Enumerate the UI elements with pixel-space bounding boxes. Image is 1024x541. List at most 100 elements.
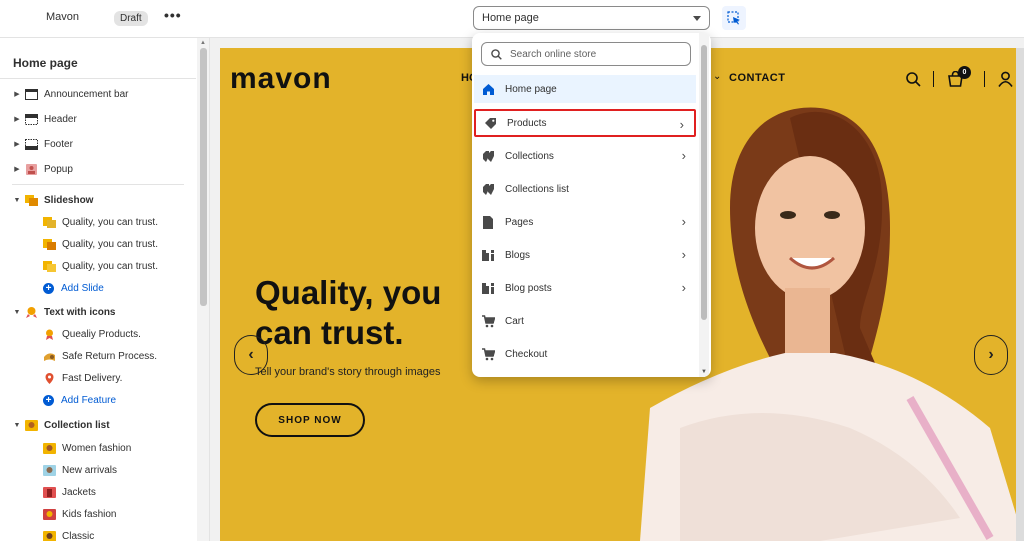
search-placeholder: Search online store — [510, 48, 597, 60]
menu-item-collections[interactable]: Collections › — [474, 142, 696, 170]
feature-item[interactable]: Fast Delivery. — [0, 367, 196, 389]
scroll-up-icon[interactable]: ▲ — [200, 40, 206, 46]
section-footer[interactable]: ▶ Footer — [0, 133, 196, 155]
section-label: Footer — [44, 138, 73, 150]
menu-item-products[interactable]: Products › — [474, 109, 696, 137]
shop-now-button[interactable]: SHOP NOW — [255, 403, 365, 437]
sidebar: Home page ▶ Announcement bar ▶ Header ▶ … — [0, 38, 210, 541]
slide-item[interactable]: Quality, you can trust. — [0, 233, 196, 255]
theme-name[interactable]: Mavon — [46, 11, 79, 23]
feature-item[interactable]: Safe Return Process. — [0, 345, 196, 367]
search-online-store-field[interactable]: Search online store — [481, 42, 691, 66]
section-slideshow[interactable]: ▼ Slideshow — [0, 189, 196, 211]
cursor-select-icon — [727, 11, 740, 25]
menu-item-label: Blog posts — [505, 282, 552, 294]
slide-icon — [43, 216, 56, 228]
announcement-bar-icon — [25, 88, 38, 100]
slide-item[interactable]: Quality, you can trust. — [0, 211, 196, 233]
more-actions-button[interactable]: ••• — [164, 7, 182, 23]
section-label: Collection list — [44, 419, 110, 431]
store-logo[interactable]: mavon — [230, 62, 332, 96]
cart-count-badge: 0 — [958, 66, 971, 79]
menu-item-cart[interactable]: Cart — [474, 307, 696, 335]
collection-item[interactable]: Women fashion — [0, 437, 196, 459]
collection-list-icon — [25, 419, 38, 431]
section-label: Slideshow — [44, 194, 94, 206]
blog-icon — [481, 282, 494, 294]
search-icon — [491, 48, 502, 60]
menu-item-blogs[interactable]: Blogs › — [474, 241, 696, 269]
slide-prev-button[interactable]: ‹ — [234, 335, 268, 375]
divider — [12, 184, 184, 185]
chevron-right-icon: › — [681, 214, 686, 229]
collection-item[interactable]: Jackets — [0, 481, 196, 503]
section-collection-list[interactable]: ▼ Collection list — [0, 414, 196, 436]
tag-icon — [484, 117, 496, 129]
slide-icon — [43, 238, 56, 250]
add-feature-label: Add Feature — [61, 394, 117, 406]
menu-item-label: Collections list — [505, 183, 569, 195]
page-icon — [483, 215, 493, 229]
section-header[interactable]: ▶ Header — [0, 108, 196, 130]
feature-item[interactable]: Quealiy Products. — [0, 323, 196, 345]
dropdown-scrollbar[interactable]: ▼ — [699, 33, 709, 377]
expand-arrow-icon[interactable]: ▶ — [12, 115, 22, 123]
page-selector-label: Home page — [482, 12, 539, 24]
collection-label: Kids fashion — [62, 508, 117, 520]
slide-item[interactable]: Quality, you can trust. — [0, 255, 196, 277]
collection-label: Women fashion — [62, 442, 132, 454]
add-slide-button[interactable]: + Add Slide — [0, 277, 196, 299]
expand-arrow-icon[interactable]: ▶ — [12, 165, 22, 173]
collection-thumb-icon — [43, 486, 56, 498]
menu-item-label: Cart — [505, 315, 524, 327]
collapse-arrow-icon[interactable]: ▼ — [12, 422, 22, 429]
scroll-down-icon[interactable]: ▼ — [701, 369, 707, 375]
chevron-left-icon: ‹ — [248, 346, 254, 363]
menu-item-home-page[interactable]: Home page — [474, 75, 696, 103]
preview-scrollbar[interactable] — [1016, 48, 1024, 541]
collection-item[interactable]: Kids fashion — [0, 503, 196, 525]
collection-item[interactable]: New arrivals — [0, 459, 196, 481]
sidebar-scrollbar[interactable]: ▲ — [197, 38, 209, 541]
blog-icon — [481, 249, 494, 261]
expand-arrow-icon[interactable]: ▶ — [12, 90, 22, 98]
account-icon[interactable] — [998, 71, 1013, 87]
collapse-arrow-icon[interactable]: ▼ — [12, 309, 22, 316]
divider — [984, 71, 985, 87]
menu-item-label: Products — [507, 117, 547, 129]
scrollbar-thumb[interactable] — [701, 45, 707, 320]
collection-thumb-icon — [43, 530, 56, 541]
chevron-right-icon: › — [681, 280, 686, 295]
add-feature-button[interactable]: + Add Feature — [0, 389, 196, 411]
slide-label: Quality, you can trust. — [62, 260, 158, 272]
plus-icon: + — [43, 394, 54, 406]
status-badge: Draft — [114, 11, 148, 26]
collection-item[interactable]: Classic — [0, 525, 196, 541]
scrollbar-thumb[interactable] — [200, 48, 207, 306]
section-label: Announcement bar — [44, 88, 129, 100]
page-selector[interactable]: Home page — [473, 6, 710, 30]
inspector-toggle-button[interactable] — [722, 6, 746, 30]
divider — [933, 71, 934, 87]
menu-item-blog-posts[interactable]: Blog posts › — [474, 274, 696, 302]
feature-label: Fast Delivery. — [62, 372, 123, 384]
caret-down-icon — [693, 16, 701, 21]
slide-label: Quality, you can trust. — [62, 216, 158, 228]
chevron-down-icon: ⌄ — [713, 71, 722, 82]
nav-item-contact[interactable]: CONTACT — [729, 72, 785, 84]
menu-item-collections-list[interactable]: Collections list — [474, 175, 696, 203]
add-slide-label: Add Slide — [61, 282, 104, 294]
expand-arrow-icon[interactable]: ▶ — [12, 140, 22, 148]
collapse-arrow-icon[interactable]: ▼ — [12, 197, 22, 204]
chevron-right-icon: › — [988, 346, 994, 363]
search-icon[interactable] — [906, 72, 921, 87]
cart-icon — [481, 347, 495, 360]
menu-item-pages[interactable]: Pages › — [474, 208, 696, 236]
menu-item-checkout[interactable]: Checkout — [474, 340, 696, 368]
home-icon — [482, 83, 494, 95]
section-text-with-icons[interactable]: ▼ Text with icons — [0, 301, 196, 323]
collections-icon — [482, 150, 494, 162]
section-popup[interactable]: ▶ Popup — [0, 158, 196, 180]
section-announcement-bar[interactable]: ▶ Announcement bar — [0, 83, 196, 105]
slide-next-button[interactable]: › — [974, 335, 1008, 375]
